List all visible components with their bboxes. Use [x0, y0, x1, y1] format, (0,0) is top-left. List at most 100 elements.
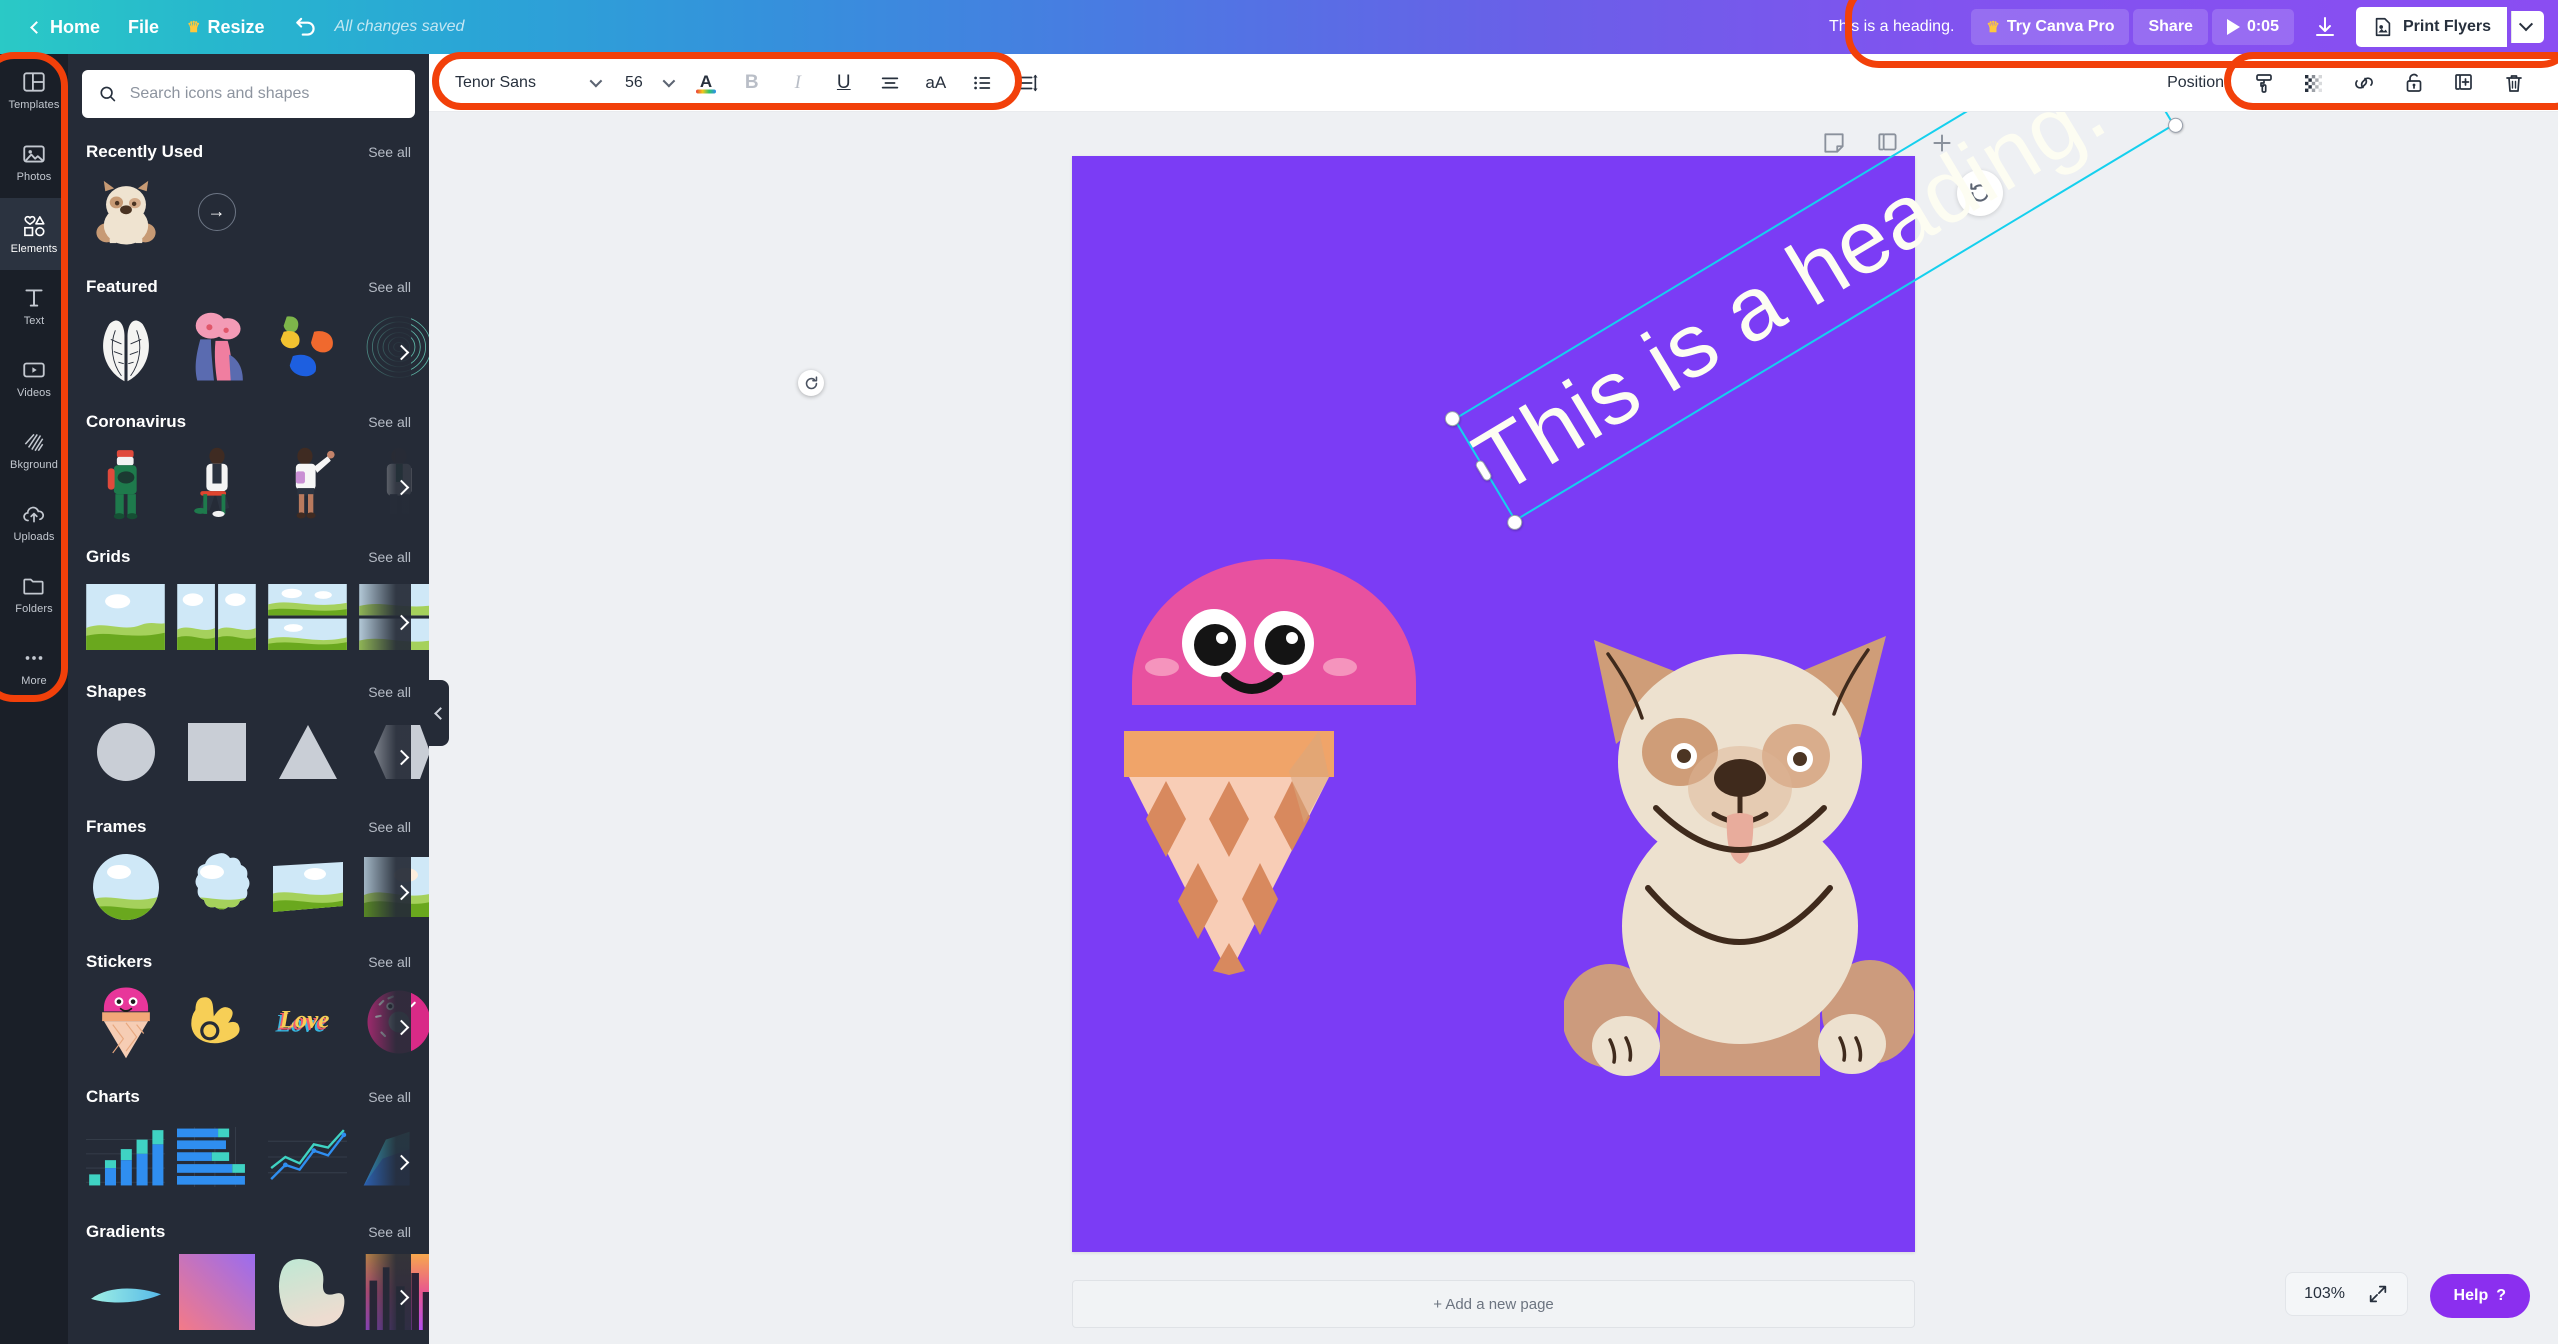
sidebar-item-photos[interactable]: Photos: [0, 126, 68, 198]
element-thumbnail-gradient-brush[interactable]: [86, 1252, 165, 1331]
view-more-recently-used[interactable]: →: [177, 172, 256, 251]
transparency-button[interactable]: [2292, 63, 2336, 103]
document-title[interactable]: This is a heading.: [1816, 11, 1967, 43]
copy-style-button[interactable]: [2242, 63, 2286, 103]
scroll-right-featured[interactable]: [391, 342, 413, 364]
duplicate-button[interactable]: [2442, 63, 2486, 103]
element-thumbnail-square[interactable]: [177, 712, 256, 791]
font-family-value: Tenor Sans: [455, 73, 536, 91]
zoom-control[interactable]: 103%: [2285, 1272, 2408, 1316]
element-thumbnail-grid-1[interactable]: [86, 577, 165, 656]
search-box[interactable]: [82, 70, 415, 118]
try-canva-pro-button[interactable]: ♛ Try Canva Pro: [1971, 9, 2130, 45]
resize-button[interactable]: ♛ Resize: [173, 11, 279, 44]
position-button[interactable]: Position: [2155, 74, 2236, 92]
lock-button[interactable]: [2392, 63, 2436, 103]
element-thumbnail-frame-circle[interactable]: [86, 847, 165, 926]
align-button[interactable]: [868, 63, 912, 103]
element-thumbnail-hbar-chart[interactable]: [177, 1117, 256, 1196]
see-all-link[interactable]: See all: [368, 1089, 411, 1105]
ice-cream-illustration[interactable]: [1114, 551, 1434, 981]
font-family-select[interactable]: Tenor Sans: [447, 74, 607, 92]
line-spacing-button[interactable]: [1006, 63, 1050, 103]
sidebar-item-videos[interactable]: Videos: [0, 342, 68, 414]
element-thumbnail-doctor-sitting[interactable]: [177, 442, 256, 521]
sidebar-item-uploads[interactable]: Uploads: [0, 486, 68, 558]
italic-label: I: [794, 71, 801, 93]
search-container: [68, 54, 429, 128]
element-thumbnail-icecream-sticker[interactable]: [86, 982, 165, 1061]
scroll-right-stickers[interactable]: [391, 1017, 413, 1039]
element-thumbnail-color-shapes[interactable]: [268, 307, 347, 386]
present-button[interactable]: 0:05: [2211, 9, 2294, 45]
help-button[interactable]: Help ?: [2429, 1274, 2530, 1318]
font-size-select[interactable]: 56: [609, 74, 682, 92]
scroll-right-frames[interactable]: [391, 882, 413, 904]
expand-icon[interactable]: [2367, 1283, 2389, 1305]
download-button[interactable]: [2298, 6, 2352, 48]
sidebar-item-templates[interactable]: Templates: [0, 54, 68, 126]
undo-icon[interactable]: [293, 14, 319, 40]
dog-illustration[interactable]: [1564, 626, 1914, 1086]
element-thumbnail-frame-scallop[interactable]: [177, 847, 256, 926]
underline-button[interactable]: U: [822, 63, 866, 103]
print-options-caret[interactable]: [2511, 11, 2544, 43]
scroll-right-grids[interactable]: [391, 612, 413, 634]
print-flyers-button[interactable]: Print Flyers: [2355, 7, 2507, 47]
element-thumbnail-surgeon[interactable]: [86, 442, 165, 521]
scroll-right-charts[interactable]: [391, 1152, 413, 1174]
see-all-link[interactable]: See all: [368, 279, 411, 295]
collapse-panel-button[interactable]: [429, 680, 449, 746]
element-thumbnail-dog[interactable]: [86, 172, 165, 251]
sidebar-item-more[interactable]: More: [0, 630, 68, 702]
see-all-link[interactable]: See all: [368, 954, 411, 970]
element-thumbnail-love-sticker[interactable]: Love Love Love: [268, 982, 347, 1061]
search-input[interactable]: [129, 85, 399, 103]
sidebar-item-background[interactable]: Bkground: [0, 414, 68, 486]
notes-icon[interactable]: [1821, 130, 1847, 156]
element-thumbnail-people[interactable]: [177, 307, 256, 386]
file-menu-button[interactable]: File: [114, 11, 173, 44]
text-case-button[interactable]: aA: [914, 63, 958, 103]
sidebar-item-text[interactable]: Text: [0, 270, 68, 342]
see-all-link[interactable]: See all: [368, 819, 411, 835]
text-color-button[interactable]: A: [684, 63, 728, 103]
scroll-right-gradients[interactable]: [391, 1287, 413, 1309]
element-thumbnail-gradient-blob[interactable]: [268, 1252, 347, 1331]
scroll-right-shapes[interactable]: [391, 747, 413, 769]
element-thumbnail-triangle[interactable]: [268, 712, 347, 791]
sidebar-item-folders[interactable]: Folders: [0, 558, 68, 630]
share-button[interactable]: Share: [2133, 9, 2208, 45]
see-all-link[interactable]: See all: [368, 549, 411, 565]
scroll-right-coronavirus[interactable]: [391, 477, 413, 499]
home-label: Home: [50, 16, 101, 37]
element-thumbnail-grid-3[interactable]: [268, 577, 347, 656]
element-thumbnail-gradient-square[interactable]: [177, 1252, 256, 1331]
element-thumbnail-circle[interactable]: [86, 712, 165, 791]
delete-button[interactable]: [2492, 63, 2536, 103]
grid-two-row-icon: [268, 583, 347, 650]
link-button[interactable]: [2342, 63, 2386, 103]
canvas-stage[interactable]: This is a heading. + Add a new page 103%…: [429, 112, 2558, 1344]
element-thumbnail-monstera-leaf[interactable]: [86, 307, 165, 386]
add-new-page-button[interactable]: + Add a new page: [1072, 1280, 1915, 1328]
see-all-link[interactable]: See all: [368, 684, 411, 700]
home-button[interactable]: Home: [18, 11, 114, 44]
text-toolbar: Tenor Sans 56 A B I U aA Position: [429, 54, 2558, 112]
italic-button[interactable]: I: [776, 63, 820, 103]
element-thumbnail-grid-2[interactable]: [177, 577, 256, 656]
see-all-link[interactable]: See all: [368, 1224, 411, 1240]
sidebar-item-elements[interactable]: Elements: [0, 198, 68, 270]
element-thumbnail-line-chart[interactable]: [268, 1117, 347, 1196]
element-thumbnail-bar-chart[interactable]: [86, 1117, 165, 1196]
file-label: File: [128, 16, 160, 37]
see-all-link[interactable]: See all: [368, 144, 411, 160]
rotate-handle[interactable]: [798, 370, 824, 396]
element-thumbnail-doctor-waving[interactable]: [268, 442, 347, 521]
bullet-list-button[interactable]: [960, 63, 1004, 103]
bold-button[interactable]: B: [730, 63, 774, 103]
element-thumbnail-frame-skew[interactable]: [268, 847, 347, 926]
element-thumbnail-ok-hand-sticker[interactable]: [177, 982, 256, 1061]
line-spacing-icon: [1019, 74, 1038, 91]
see-all-link[interactable]: See all: [368, 414, 411, 430]
